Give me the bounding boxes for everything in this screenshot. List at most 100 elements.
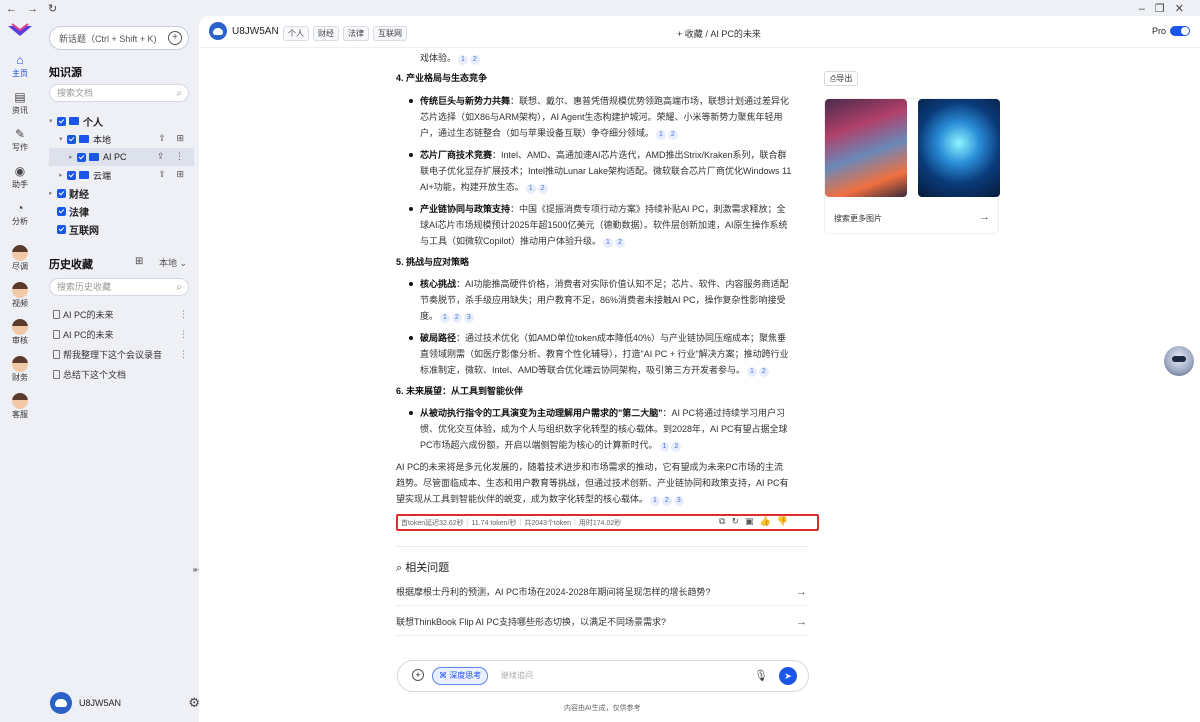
related-question[interactable]: 根据摩根士丹利的预测，AI PC市场在2024-2028年期间将呈现怎样的增长趋… [396, 578, 809, 606]
chevron-right-icon: ▸ [59, 172, 63, 179]
history-search-input[interactable]: 搜索历史收藏 ⌕ [49, 278, 189, 296]
thumbs-up-icon[interactable]: 👍 [760, 516, 777, 526]
related-icon: ⌕ [396, 562, 403, 574]
checkbox-icon[interactable] [57, 206, 66, 216]
citation-ref[interactable]: 2 [537, 184, 548, 194]
more-icon[interactable]: ⋮ [179, 309, 188, 320]
export-button[interactable]: ⎙导出 [824, 71, 859, 86]
upload-icon[interactable]: ⇪ ⊞ [158, 169, 188, 180]
history-item[interactable]: AI PC的未来 ⋮ [49, 304, 194, 324]
rail-agent-video[interactable]: 视频 [12, 282, 28, 309]
citation-ref[interactable]: 1 [440, 313, 450, 323]
rail-agent-review[interactable]: 审核 [12, 319, 28, 346]
assistant-robot-icon[interactable] [1164, 346, 1194, 376]
tag-personal[interactable]: 个人 [283, 26, 309, 41]
history-item[interactable]: AI PC的未来 ⋮ [49, 324, 194, 344]
checkbox-icon[interactable] [57, 116, 66, 126]
plus-icon[interactable]: + [677, 29, 682, 39]
tree-node-law[interactable]: 法律 [49, 202, 194, 220]
back-icon[interactable]: ← [6, 3, 17, 15]
save-icon[interactable]: ▣ [745, 516, 760, 526]
rail-home[interactable]: ⌂ 主页 [12, 52, 28, 79]
citation-ref[interactable]: 2 [469, 55, 480, 65]
citation-ref[interactable]: 2 [614, 238, 625, 248]
citation-ref[interactable]: 1 [659, 442, 670, 452]
thumbs-down-icon[interactable]: 👎 [777, 516, 794, 526]
history-scope-select[interactable]: 本地 ⌄ [159, 256, 187, 269]
rail-assistant[interactable]: ◉ 助手 [12, 163, 28, 190]
rail-analyze[interactable]: ◔ 分析 [12, 200, 28, 227]
history-item[interactable]: 帮我整理下这个会议录音 ⋮ [49, 344, 194, 364]
chat-input[interactable]: + ⌘ 深度思考 继续追问 🎙 ➤ [397, 660, 809, 692]
citation-ref[interactable]: 1 [603, 238, 613, 248]
rail-news[interactable]: ▤ 资讯 [12, 89, 28, 116]
laptop-image[interactable] [825, 99, 907, 197]
add-attachment-icon[interactable]: + [412, 669, 424, 681]
citation-ref[interactable]: 1 [650, 496, 660, 506]
user-profile[interactable]: U8JW5AN ⚙ [50, 692, 200, 714]
chat-input-placeholder[interactable]: 继续追问 [501, 670, 533, 681]
citation-ref[interactable]: 2 [758, 367, 769, 377]
checkbox-icon[interactable] [77, 152, 86, 162]
tree-node-personal[interactable]: ▾ 个人 [49, 112, 194, 130]
news-icon: ▤ [14, 90, 26, 104]
refresh-icon[interactable]: ↻ [48, 3, 57, 15]
checkbox-icon[interactable] [67, 170, 76, 180]
checkbox-icon[interactable] [67, 134, 76, 144]
search-icon: ⌕ [176, 88, 182, 99]
upload-icon[interactable]: ⇪ ⊞ [158, 133, 188, 144]
related-question[interactable]: 联想ThinkBook Flip AI PC支持哪些形态切换，以满足不同场景需求… [396, 608, 809, 636]
citation-ref[interactable]: 2 [661, 496, 672, 506]
citation-ref[interactable]: 2 [451, 313, 462, 323]
checkbox-icon[interactable] [57, 224, 66, 234]
checkbox-icon[interactable] [57, 188, 66, 198]
copy-icon[interactable]: ⧉ [719, 516, 731, 526]
tree-node-cloud[interactable]: ▸ 云端 ⇪ ⊞ [49, 166, 194, 184]
main-panel: U8JW5AN 个人 财经 法律 互联网 + 收藏 / AI PC的未来 Pro… [199, 16, 1200, 722]
tree-node-finance[interactable]: ▸ 财经 [49, 184, 194, 202]
tag-internet[interactable]: 互联网 [373, 26, 407, 41]
tree-node-internet[interactable]: 互联网 [49, 220, 194, 238]
more-icon[interactable]: ⋮ [179, 329, 188, 340]
toggle-switch[interactable] [1170, 26, 1190, 36]
citation-ref[interactable]: 1 [656, 130, 666, 140]
more-icon[interactable]: ⇪ ⋮ [157, 151, 188, 162]
add-folder-icon[interactable]: ⊞ [135, 256, 143, 267]
arrow-right-icon: → [796, 616, 807, 628]
microphone-icon[interactable]: 🎙 [754, 669, 768, 682]
summary-paragraph: AI PC的未来将是多元化发展的，随着技术进步和市场需求的推动，它有望成为未来P… [396, 462, 784, 472]
send-button[interactable]: ➤ [779, 667, 797, 685]
citation-ref[interactable]: 1 [747, 367, 757, 377]
pro-toggle[interactable]: Pro [1152, 26, 1190, 36]
rail-agent-finance[interactable]: 财务 [12, 356, 28, 383]
kb-search-input[interactable]: 搜索文档 ⌕ [49, 84, 189, 102]
rail-write[interactable]: ✎ 写作 [12, 126, 28, 153]
deep-think-toggle[interactable]: ⌘ 深度思考 [432, 667, 489, 685]
citation-ref[interactable]: 2 [671, 442, 682, 452]
crumb-favorite[interactable]: 收藏 [685, 29, 703, 39]
citation-ref[interactable]: 1 [458, 55, 468, 65]
forward-icon[interactable]: → [27, 3, 38, 15]
citation-ref[interactable]: 3 [673, 496, 684, 506]
tag-law[interactable]: 法律 [343, 26, 369, 41]
new-topic-button[interactable]: 新话题（Ctrl + Shift + K) + [49, 26, 189, 50]
ai-head-image[interactable] [918, 99, 1000, 197]
tree-node-local[interactable]: ▾ 本地 ⇪ ⊞ [49, 130, 194, 148]
more-icon[interactable]: ⋮ [179, 349, 188, 360]
regenerate-icon[interactable]: ↻ [731, 516, 745, 526]
agent-avatar-icon [12, 356, 28, 372]
more-images-link[interactable]: 搜索更多图片 → [834, 211, 990, 224]
citation-ref[interactable]: 3 [463, 313, 474, 323]
citation-ref[interactable]: 2 [667, 130, 678, 140]
tree-node-aipc[interactable]: ▸ AI PC ⇪ ⋮ [49, 148, 194, 166]
restore-icon[interactable]: ❐ [1155, 3, 1165, 15]
sidebar: 新话题（Ctrl + Shift + K) + 知识源 搜索文档 ⌕ ▾ 个人 ▾ 本地… [40, 16, 200, 722]
rail-agent-service[interactable]: 客服 [12, 393, 28, 420]
tag-finance[interactable]: 财经 [313, 26, 339, 41]
workspace-user[interactable]: U8JW5AN [209, 22, 279, 40]
history-item[interactable]: 总结下这个文档 [49, 364, 194, 384]
rail-agent-due-diligence[interactable]: 尽调 [12, 245, 28, 272]
minimize-icon[interactable]: – [1139, 3, 1145, 15]
citation-ref[interactable]: 1 [525, 184, 536, 194]
close-icon[interactable]: ✕ [1175, 3, 1184, 15]
